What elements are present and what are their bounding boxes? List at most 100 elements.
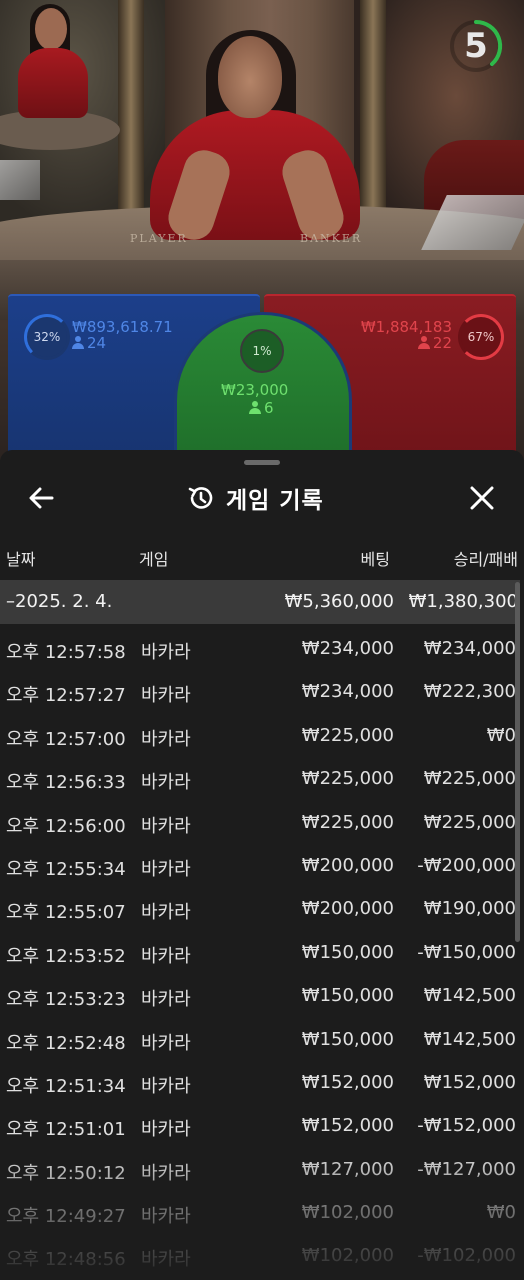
history-row[interactable]: 오후 12:57:27 바카라 ₩234,000 ₩222,300 (0, 671, 520, 714)
close-button[interactable] (462, 478, 502, 518)
history-row[interactable]: 오후 12:51:34 바카라 ₩152,000 ₩152,000 (0, 1062, 520, 1105)
row-time: 오후 12:57:58 (6, 642, 126, 663)
date-group-win-total: ₩1,380,300 (408, 591, 518, 612)
sheet-header: 게임 기록 (0, 470, 524, 522)
countdown-number: 5 (464, 26, 488, 66)
history-clock-icon (188, 487, 213, 509)
column-header-bet: 베팅 (360, 550, 390, 569)
history-row[interactable]: 오후 12:57:00 바카라 ₩225,000 ₩0 (0, 715, 520, 758)
row-bet: ₩200,000 (301, 898, 394, 920)
history-row[interactable]: 오후 12:48:56 바카라 ₩102,000 -₩102,000 (0, 1235, 520, 1278)
row-result: -₩152,000 (417, 1115, 516, 1137)
date-group-date: –2025. 2. 4. (6, 591, 113, 612)
history-row[interactable]: 오후 12:55:34 바카라 ₩200,000 -₩200,000 (0, 845, 520, 888)
row-game: 바카라 (141, 945, 191, 967)
tie-bet-amount: ₩23,000 (221, 381, 289, 399)
row-game: 바카라 (141, 1162, 191, 1184)
person-icon (249, 401, 261, 414)
row-game: 바카라 (141, 728, 191, 750)
row-game: 바카라 (141, 1119, 191, 1141)
sheet-title: 게임 기록 (226, 488, 324, 514)
background-dealer-head (35, 8, 67, 50)
history-row[interactable]: 오후 12:50:12 바카라 ₩127,000 -₩127,000 (0, 1149, 520, 1192)
banker-percent: 67% (467, 330, 495, 344)
arrow-left-icon (29, 487, 54, 509)
row-result: ₩225,000 (423, 811, 516, 833)
back-button[interactable] (22, 478, 62, 518)
banker-bettor-count: 22 (417, 334, 452, 352)
banker-percent-ring: 67% (458, 314, 504, 360)
row-bet: ₩225,000 (301, 724, 394, 746)
row-game: 바카라 (141, 1249, 191, 1271)
row-result: -₩127,000 (417, 1158, 516, 1180)
row-time: 오후 12:57:27 (6, 685, 126, 707)
row-result: ₩225,000 (423, 768, 516, 790)
row-time: 오후 12:55:34 (6, 858, 126, 880)
date-group-row[interactable]: –2025. 2. 4. ₩5,360,000 ₩1,380,300 (0, 580, 520, 624)
row-result: ₩0 (486, 1202, 516, 1224)
history-row[interactable]: 오후 12:56:33 바카라 ₩225,000 ₩225,000 (0, 758, 520, 801)
history-row[interactable]: 오후 12:56:00 바카라 ₩225,000 ₩225,000 (0, 802, 520, 845)
row-game: 바카라 (141, 1075, 191, 1097)
row-game: 바카라 (141, 902, 191, 924)
row-time: 오후 12:56:00 (6, 815, 126, 837)
row-result: ₩142,500 (423, 1028, 516, 1050)
row-game: 바카라 (141, 642, 191, 663)
background-dealer (18, 48, 88, 118)
history-row[interactable]: 오후 12:51:01 바카라 ₩152,000 -₩152,000 (0, 1105, 520, 1148)
row-bet: ₩150,000 (301, 941, 394, 963)
row-result: -₩200,000 (417, 854, 516, 876)
row-bet: ₩102,000 (301, 1245, 394, 1267)
row-game: 바카라 (141, 989, 191, 1011)
row-time: 오후 12:48:56 (6, 1249, 126, 1271)
sheet-title-group: 게임 기록 (186, 478, 324, 518)
row-result: ₩190,000 (423, 898, 516, 920)
row-time: 오후 12:50:12 (6, 1162, 126, 1184)
row-game: 바카라 (141, 1032, 191, 1054)
history-row[interactable]: 오후 12:53:23 바카라 ₩150,000 ₩142,500 (0, 975, 520, 1018)
player-percent: 32% (33, 330, 61, 344)
row-bet: ₩150,000 (301, 1028, 394, 1050)
player-percent-ring: 32% (24, 314, 70, 360)
row-bet: ₩234,000 (301, 681, 394, 703)
tie-percent: 1% (252, 344, 272, 358)
row-game: 바카라 (141, 685, 191, 707)
person-icon (72, 336, 84, 349)
history-row[interactable]: 오후 12:52:48 바카라 ₩150,000 ₩142,500 (0, 1019, 520, 1062)
date-group-bet-total: ₩5,360,000 (284, 591, 394, 612)
row-game: 바카라 (141, 858, 191, 880)
column-header-date: 날짜 (6, 550, 36, 569)
history-row[interactable]: 오후 12:53:52 바카라 ₩150,000 -₩150,000 (0, 932, 520, 975)
felt-label-player: PLAYER (130, 232, 188, 245)
row-result: ₩152,000 (423, 1071, 516, 1093)
row-game: 바카라 (141, 772, 191, 794)
row-time: 오후 12:57:00 (6, 728, 126, 750)
row-time: 오후 12:49:27 (6, 1206, 126, 1228)
row-bet: ₩152,000 (301, 1071, 394, 1093)
column-header-win-loss: 승리/패배 (453, 550, 518, 569)
game-history-sheet: 게임 기록 날짜 게임 베팅 승리/패배 –2025. 2. 4. ₩5,360… (0, 450, 524, 1280)
sheet-drag-handle[interactable] (244, 460, 280, 465)
row-time: 오후 12:52:48 (6, 1032, 126, 1054)
tie-percent-ring: 1% (240, 329, 284, 373)
column-header-game: 게임 (139, 550, 169, 569)
history-row[interactable]: 오후 12:49:27 바카라 ₩102,000 ₩0 (0, 1192, 520, 1235)
history-row[interactable]: 오후 12:57:58 바카라 ₩234,000 ₩234,000 (0, 628, 520, 671)
row-bet: ₩225,000 (301, 768, 394, 790)
close-icon (470, 486, 494, 510)
person-icon (417, 336, 430, 349)
scrollbar[interactable] (515, 582, 520, 942)
history-row[interactable]: 오후 12:55:07 바카라 ₩200,000 ₩190,000 (0, 888, 520, 931)
pillar (118, 0, 144, 220)
pillar (360, 0, 386, 220)
row-time: 오후 12:56:33 (6, 772, 126, 794)
row-result: ₩142,500 (423, 985, 516, 1007)
history-list: 오후 12:57:58 바카라 ₩234,000 ₩234,000 오후 12:57:… (0, 628, 520, 1279)
row-bet: ₩150,000 (301, 985, 394, 1007)
row-bet: ₩102,000 (301, 1202, 394, 1224)
card-shoe (0, 160, 40, 200)
row-time: 오후 12:51:34 (6, 1075, 126, 1097)
row-result: -₩150,000 (417, 941, 516, 963)
row-bet: ₩152,000 (301, 1115, 394, 1137)
row-time: 오후 12:53:23 (6, 989, 126, 1011)
